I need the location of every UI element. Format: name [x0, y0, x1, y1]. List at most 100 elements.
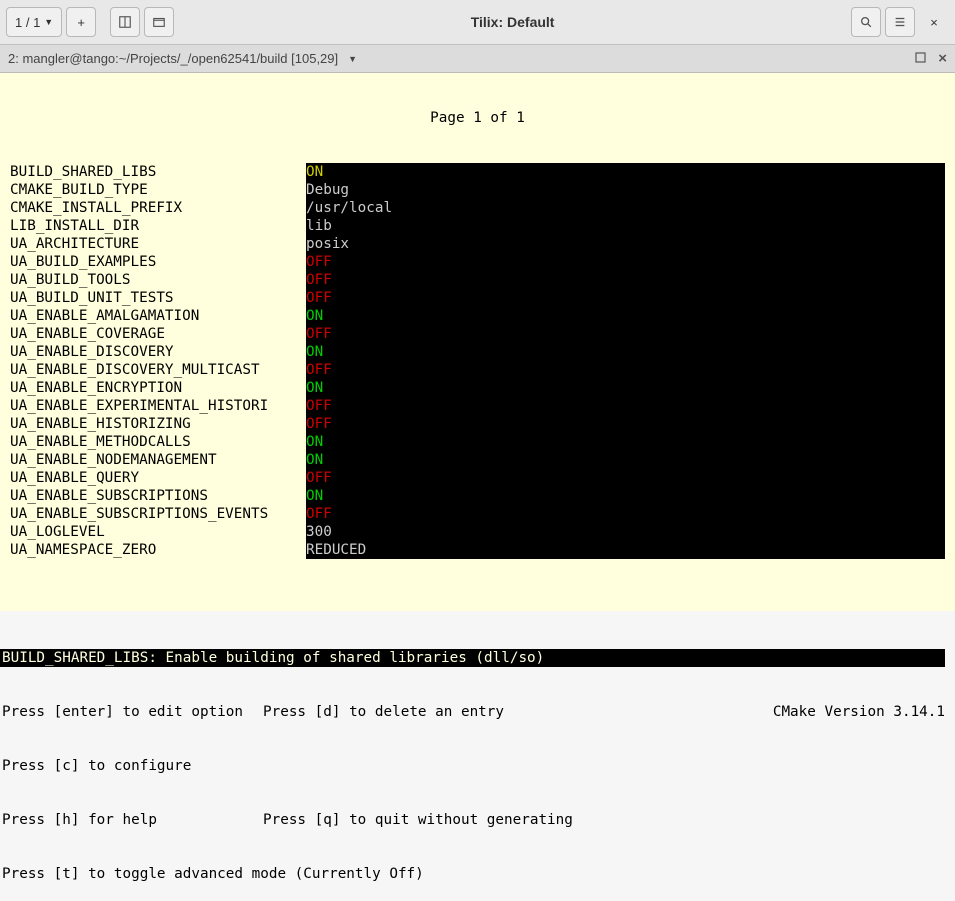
help-line-2: Press [c] to configure — [0, 757, 955, 775]
option-key: UA_ENABLE_HISTORIZING — [0, 415, 306, 433]
session-counter-button[interactable]: 1 / 1 ▼ — [6, 7, 62, 37]
option-key: UA_ENABLE_DISCOVERY — [0, 343, 306, 361]
option-key: CMAKE_INSTALL_PREFIX — [0, 199, 306, 217]
help-quit: Press [q] to quit without generating — [263, 811, 955, 829]
help-toggle: Press [t] to toggle advanced mode (Curre… — [2, 865, 424, 883]
cmake-version: CMake Version 3.14.1 — [755, 703, 955, 721]
cmake-option-row[interactable]: UA_NAMESPACE_ZEROREDUCED — [0, 541, 955, 559]
close-tab-button[interactable]: × — [938, 50, 947, 67]
option-value: /usr/local — [306, 199, 945, 217]
option-key: BUILD_SHARED_LIBS — [0, 163, 306, 181]
titlebar-right-controls: × — [851, 7, 949, 37]
tab-title: 2: mangler@tango:~/Projects/_/open62541/… — [8, 51, 338, 66]
cmake-options-list: BUILD_SHARED_LIBSONCMAKE_BUILD_TYPEDebug… — [0, 163, 955, 559]
option-key: LIB_INSTALL_DIR — [0, 217, 306, 235]
option-value: REDUCED — [306, 541, 945, 559]
close-icon: × — [938, 50, 947, 67]
maximize-icon — [915, 52, 926, 63]
fullscreen-button[interactable] — [144, 7, 174, 37]
cmake-option-row[interactable]: UA_BUILD_UNIT_TESTSOFF — [0, 289, 955, 307]
cmake-option-row[interactable]: UA_ENABLE_SUBSCRIPTIONS_EVENTSOFF — [0, 505, 955, 523]
option-key: UA_ENABLE_QUERY — [0, 469, 306, 487]
cmake-option-row[interactable]: UA_LOGLEVEL300 — [0, 523, 955, 541]
fullscreen-icon — [152, 15, 166, 29]
option-value: ON — [306, 451, 945, 469]
cmake-option-row[interactable]: UA_ENABLE_DISCOVERY_MULTICASTOFF — [0, 361, 955, 379]
active-tab[interactable]: 2: mangler@tango:~/Projects/_/open62541/… — [8, 51, 915, 66]
add-session-button[interactable]: + — [66, 7, 96, 37]
cmake-option-row[interactable]: CMAKE_BUILD_TYPEDebug — [0, 181, 955, 199]
terminal-viewport[interactable]: Page 1 of 1 BUILD_SHARED_LIBSONCMAKE_BUI… — [0, 73, 955, 611]
close-window-button[interactable]: × — [919, 7, 949, 37]
cmake-option-row[interactable]: LIB_INSTALL_DIRlib — [0, 217, 955, 235]
plus-icon: + — [77, 15, 85, 30]
cmake-option-row[interactable]: CMAKE_INSTALL_PREFIX/usr/local — [0, 199, 955, 217]
option-key: UA_NAMESPACE_ZERO — [0, 541, 306, 559]
help-enter: Press [enter] to edit option — [2, 703, 263, 721]
option-value: OFF — [306, 505, 945, 523]
option-key: UA_BUILD_UNIT_TESTS — [0, 289, 306, 307]
search-icon — [859, 15, 873, 29]
option-key: UA_ENABLE_METHODCALLS — [0, 433, 306, 451]
chevron-down-icon: ▼ — [348, 54, 357, 64]
cmake-option-row[interactable]: UA_ENABLE_DISCOVERYON — [0, 343, 955, 361]
cmake-option-row[interactable]: UA_ARCHITECTUREposix — [0, 235, 955, 253]
cmake-option-row[interactable]: BUILD_SHARED_LIBSON — [0, 163, 955, 181]
search-button[interactable] — [851, 7, 881, 37]
cmake-option-row[interactable]: UA_ENABLE_EXPERIMENTAL_HISTORIOFF — [0, 397, 955, 415]
option-value: OFF — [306, 271, 945, 289]
option-key: UA_ENABLE_NODEMANAGEMENT — [0, 451, 306, 469]
chevron-down-icon: ▼ — [44, 17, 53, 27]
option-value: ON — [306, 307, 945, 325]
cmake-option-row[interactable]: UA_ENABLE_HISTORIZINGOFF — [0, 415, 955, 433]
option-key: UA_ENABLE_DISCOVERY_MULTICAST — [0, 361, 306, 379]
option-value: lib — [306, 217, 945, 235]
menu-button[interactable] — [885, 7, 915, 37]
option-value: OFF — [306, 325, 945, 343]
option-key: CMAKE_BUILD_TYPE — [0, 181, 306, 199]
help-delete: Press [d] to delete an entry — [263, 703, 755, 721]
option-value: posix — [306, 235, 945, 253]
option-key: UA_ENABLE_COVERAGE — [0, 325, 306, 343]
option-value: OFF — [306, 469, 945, 487]
cmake-option-row[interactable]: UA_ENABLE_METHODCALLSON — [0, 433, 955, 451]
option-value: OFF — [306, 415, 945, 433]
titlebar-left-controls: 1 / 1 ▼ + — [6, 7, 174, 37]
help-line-3: Press [h] for help Press [q] to quit wit… — [0, 811, 955, 829]
window-title: Tilix: Default — [174, 14, 851, 30]
option-key: UA_ENABLE_ENCRYPTION — [0, 379, 306, 397]
option-key: UA_ENABLE_SUBSCRIPTIONS — [0, 487, 306, 505]
help-configure: Press [c] to configure — [2, 757, 263, 775]
option-key: UA_BUILD_TOOLS — [0, 271, 306, 289]
hamburger-icon — [893, 15, 907, 29]
option-value: OFF — [306, 397, 945, 415]
cmake-option-row[interactable]: UA_BUILD_EXAMPLESOFF — [0, 253, 955, 271]
maximize-tab-button[interactable] — [915, 52, 926, 66]
option-value: ON — [306, 163, 945, 181]
option-key: UA_ARCHITECTURE — [0, 235, 306, 253]
cmake-option-row[interactable]: UA_ENABLE_NODEMANAGEMENTON — [0, 451, 955, 469]
split-terminal-button[interactable] — [110, 7, 140, 37]
split-icon — [118, 15, 132, 29]
option-value: 300 — [306, 523, 945, 541]
option-description: BUILD_SHARED_LIBS: Enable building of sh… — [0, 649, 945, 667]
option-key: UA_ENABLE_AMALGAMATION — [0, 307, 306, 325]
option-key: UA_LOGLEVEL — [0, 523, 306, 541]
cmake-option-row[interactable]: UA_BUILD_TOOLSOFF — [0, 271, 955, 289]
window-titlebar: 1 / 1 ▼ + Tilix: Default × — [0, 0, 955, 45]
terminal-tabbar: 2: mangler@tango:~/Projects/_/open62541/… — [0, 45, 955, 73]
option-value: ON — [306, 433, 945, 451]
close-icon: × — [930, 15, 938, 30]
cmake-option-row[interactable]: UA_ENABLE_AMALGAMATIONON — [0, 307, 955, 325]
option-key: UA_ENABLE_SUBSCRIPTIONS_EVENTS — [0, 505, 306, 523]
cmake-option-row[interactable]: UA_ENABLE_COVERAGEOFF — [0, 325, 955, 343]
cmake-option-row[interactable]: UA_ENABLE_ENCRYPTIONON — [0, 379, 955, 397]
help-line-4: Press [t] to toggle advanced mode (Curre… — [0, 865, 955, 883]
cmake-option-row[interactable]: UA_ENABLE_SUBSCRIPTIONSON — [0, 487, 955, 505]
help-line-1: Press [enter] to edit option Press [d] t… — [0, 703, 955, 721]
option-value: ON — [306, 379, 945, 397]
option-value: ON — [306, 487, 945, 505]
cmake-option-row[interactable]: UA_ENABLE_QUERYOFF — [0, 469, 955, 487]
option-key: UA_BUILD_EXAMPLES — [0, 253, 306, 271]
option-key: UA_ENABLE_EXPERIMENTAL_HISTORI — [0, 397, 306, 415]
